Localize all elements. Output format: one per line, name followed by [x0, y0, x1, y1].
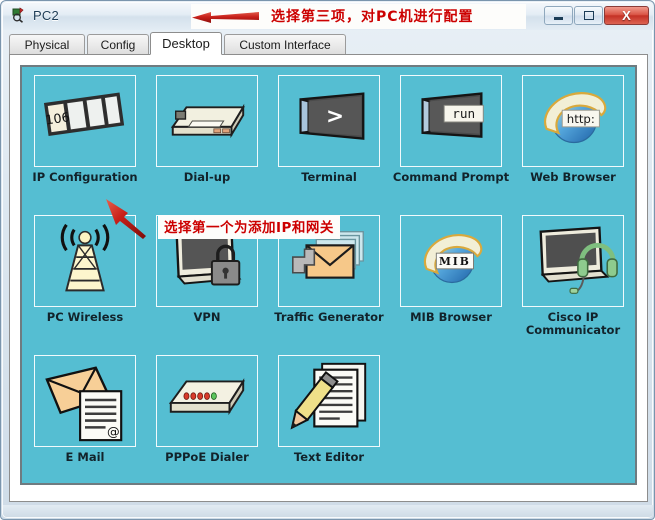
- web-browser-globe-icon[interactable]: http:: [522, 75, 624, 167]
- desktop-item-label: Terminal: [301, 170, 357, 184]
- dialup-modem-icon[interactable]: [156, 75, 258, 167]
- svg-text:http:: http:: [567, 112, 595, 126]
- desktop-item-mib-browser[interactable]: MIB MIB Browser: [390, 215, 512, 324]
- desktop-item-web-browser[interactable]: http: Web Browser: [512, 75, 634, 184]
- desktop-item-label: Command Prompt: [392, 170, 510, 184]
- desktop-item-label: Traffic Generator: [274, 310, 384, 324]
- desktop-item-label: MIB Browser: [410, 310, 492, 324]
- close-icon: X: [622, 8, 631, 23]
- desktop-item-label: VPN: [193, 310, 221, 324]
- tab-desktop[interactable]: Desktop: [150, 32, 222, 55]
- tab-physical-label: Physical: [24, 37, 70, 52]
- desktop-item-label: Web Browser: [530, 170, 616, 184]
- annotation-title-text: 选择第三项，对PC机进行配置: [271, 9, 474, 25]
- monitor-headset-icon[interactable]: [522, 215, 624, 307]
- annotation-title-overlay: 选择第三项，对PC机进行配置: [191, 4, 526, 29]
- tab-config[interactable]: Config: [87, 34, 149, 54]
- desktop-item-pc-wireless[interactable]: PC Wireless: [24, 215, 146, 324]
- command-prompt-icon[interactable]: run: [400, 75, 502, 167]
- desktop-item-label: Dial-up: [183, 170, 231, 184]
- close-button[interactable]: X: [604, 6, 649, 25]
- pppoe-dialer-icon[interactable]: [156, 355, 258, 447]
- desktop-icon-grid: 106 IP Configuration Dial-up > Terminal …: [20, 65, 637, 485]
- packet-tracer-pc-icon: [11, 7, 27, 23]
- tab-content-panel: 106 IP Configuration Dial-up > Terminal …: [9, 54, 648, 502]
- desktop-item-pppoe-dialer[interactable]: PPPoE Dialer: [146, 355, 268, 464]
- tab-physical[interactable]: Physical: [9, 34, 85, 54]
- maximize-button[interactable]: [574, 6, 603, 25]
- desktop-item-command-prompt[interactable]: run Command Prompt: [390, 75, 512, 184]
- desktop-item-label: PC Wireless: [46, 310, 124, 324]
- svg-text:MIB: MIB: [439, 255, 471, 268]
- text-editor-pencil-icon[interactable]: [278, 355, 380, 447]
- desktop-item-terminal[interactable]: > Terminal: [268, 75, 390, 184]
- window-controls: X: [543, 6, 649, 25]
- traffic-generator-envelopes-icon[interactable]: [278, 215, 380, 307]
- svg-text:@: @: [107, 424, 120, 439]
- tab-desktop-label: Desktop: [162, 36, 210, 51]
- desktop-item-cisco-ip-communicator[interactable]: Cisco IP Communicator: [512, 215, 634, 337]
- tab-custom-interface-label: Custom Interface: [239, 37, 331, 52]
- window-title: PC2: [33, 7, 59, 23]
- desktop-item-label: Text Editor: [293, 450, 365, 464]
- desktop-item-label: E Mail: [65, 450, 105, 464]
- email-envelope-icon[interactable]: @: [34, 355, 136, 447]
- tab-strip: Physical Config Desktop Custom Interface: [9, 32, 648, 55]
- desktop-item-traffic-generator[interactable]: Traffic Generator: [268, 215, 390, 324]
- desktop-item-ip-configuration[interactable]: 106 IP Configuration: [24, 75, 146, 184]
- application-window: PC2 选择第三项，对PC机进行配置 X Physical Config Des…: [0, 0, 655, 520]
- svg-text:>: >: [326, 104, 344, 129]
- ip-configuration-icon[interactable]: 106: [34, 75, 136, 167]
- wireless-tower-icon[interactable]: [34, 215, 136, 307]
- left-arrow-icon: [191, 9, 261, 25]
- minimize-button[interactable]: [544, 6, 573, 25]
- vpn-monitor-lock-icon[interactable]: [156, 215, 258, 307]
- tab-config-label: Config: [100, 37, 136, 52]
- mib-browser-globe-icon[interactable]: MIB: [400, 215, 502, 307]
- desktop-item-text-editor[interactable]: Text Editor: [268, 355, 390, 464]
- desktop-item-dial-up[interactable]: Dial-up: [146, 75, 268, 184]
- svg-text:run: run: [452, 106, 475, 121]
- window-bottom-edge: [3, 505, 653, 517]
- title-bar-left: PC2: [11, 7, 59, 23]
- title-bar[interactable]: PC2 选择第三项，对PC机进行配置 X: [3, 3, 653, 30]
- desktop-item-vpn[interactable]: VPN: [146, 215, 268, 324]
- desktop-item-label: Cisco IP Communicator: [525, 310, 621, 337]
- maximize-icon: [583, 11, 594, 20]
- desktop-item-e-mail[interactable]: @ E Mail: [24, 355, 146, 464]
- tab-custom-interface[interactable]: Custom Interface: [224, 34, 346, 54]
- minimize-icon: [554, 16, 563, 20]
- desktop-item-label: IP Configuration: [32, 170, 138, 184]
- desktop-item-label: PPPoE Dialer: [165, 450, 249, 464]
- terminal-icon[interactable]: >: [278, 75, 380, 167]
